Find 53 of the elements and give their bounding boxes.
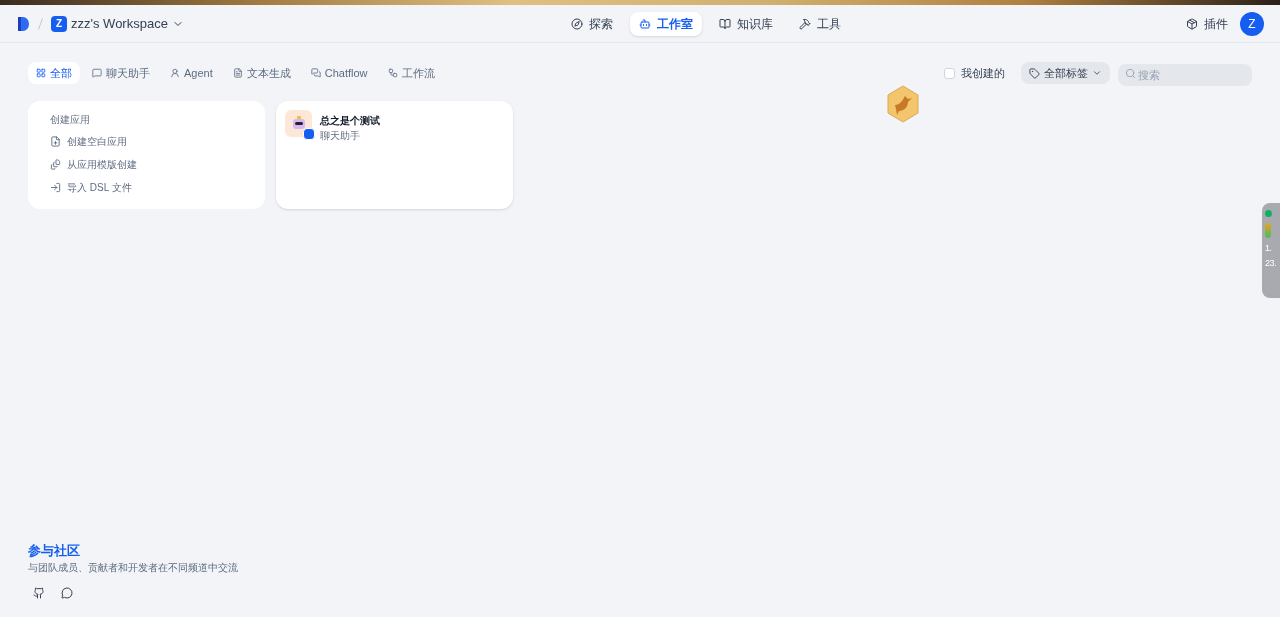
card-title: 创建应用 <box>50 113 91 127</box>
community-title: 参与社区 <box>28 541 81 560</box>
robot-avatar-icon <box>285 110 312 137</box>
hammer-icon <box>799 17 811 30</box>
package-icon <box>1186 17 1198 30</box>
app-name: 总之是个测试 <box>320 114 380 128</box>
document-icon <box>232 68 243 78</box>
create-action[interactable]: 创建空白应用 <box>50 133 243 150</box>
github-icon[interactable] <box>33 587 45 599</box>
widget-reading: 1. <box>1265 244 1272 253</box>
app-type: 聊天助手 <box>320 129 361 143</box>
gauge-icon <box>1265 223 1271 238</box>
tag-icon <box>1029 67 1040 79</box>
widget-reading: 23. <box>1265 259 1277 268</box>
caret-icon <box>1092 68 1102 78</box>
filter-tab[interactable]: 工作流 <box>379 62 443 84</box>
file-plus-icon <box>50 136 61 147</box>
chat-icon <box>310 68 321 78</box>
tag-filter-dropdown[interactable]: 全部标签 <box>1021 62 1110 84</box>
file-stack-icon <box>50 159 61 170</box>
bird-hexagon-icon[interactable] <box>886 85 920 123</box>
compass-icon <box>571 17 583 30</box>
search-field[interactable]: 搜索 <box>1118 64 1252 86</box>
workspace-name: zzz's Workspace <box>71 14 168 33</box>
workflow-icon <box>387 68 398 78</box>
user-avatar[interactable]: Z <box>1240 11 1264 36</box>
import-icon <box>50 182 61 193</box>
separator-line <box>38 17 43 30</box>
workspace-avatar: Z <box>51 15 67 32</box>
filter-tab[interactable]: Agent <box>162 62 221 84</box>
chat-icon <box>92 68 102 78</box>
checkbox[interactable] <box>944 67 955 79</box>
workspace-switcher[interactable]: Z zzz's Workspace <box>51 13 184 34</box>
plugins-button[interactable]: 插件 <box>1186 14 1228 33</box>
nav-tab[interactable]: 探索 <box>562 11 622 36</box>
checkbox-label: 我创建的 <box>961 65 1005 81</box>
nav-tab[interactable]: 工作室 <box>630 11 702 36</box>
app-card[interactable]: 总之是个测试 聊天助手 <box>276 101 513 209</box>
filter-tab[interactable]: 全部 <box>28 62 80 84</box>
logo-icon[interactable] <box>16 15 30 32</box>
filter-tab[interactable]: Chatflow <box>302 62 376 84</box>
book-icon <box>719 17 731 30</box>
person-icon <box>170 68 180 78</box>
robot-icon <box>639 17 651 30</box>
filter-tab[interactable]: 聊天助手 <box>84 62 158 84</box>
filter-tab[interactable]: 文本生成 <box>224 62 299 84</box>
community-text: 与团队成员、贡献者和开发者在不同频道中交流 <box>28 561 239 575</box>
create-action[interactable]: 导入 DSL 文件 <box>50 179 243 196</box>
nav-tab[interactable]: 工具 <box>790 11 850 36</box>
nav-tab[interactable]: 知识库 <box>710 11 782 36</box>
search-icon <box>1125 68 1136 79</box>
create-action[interactable]: 从应用模版创建 <box>50 156 243 173</box>
grid-icon <box>36 68 46 78</box>
